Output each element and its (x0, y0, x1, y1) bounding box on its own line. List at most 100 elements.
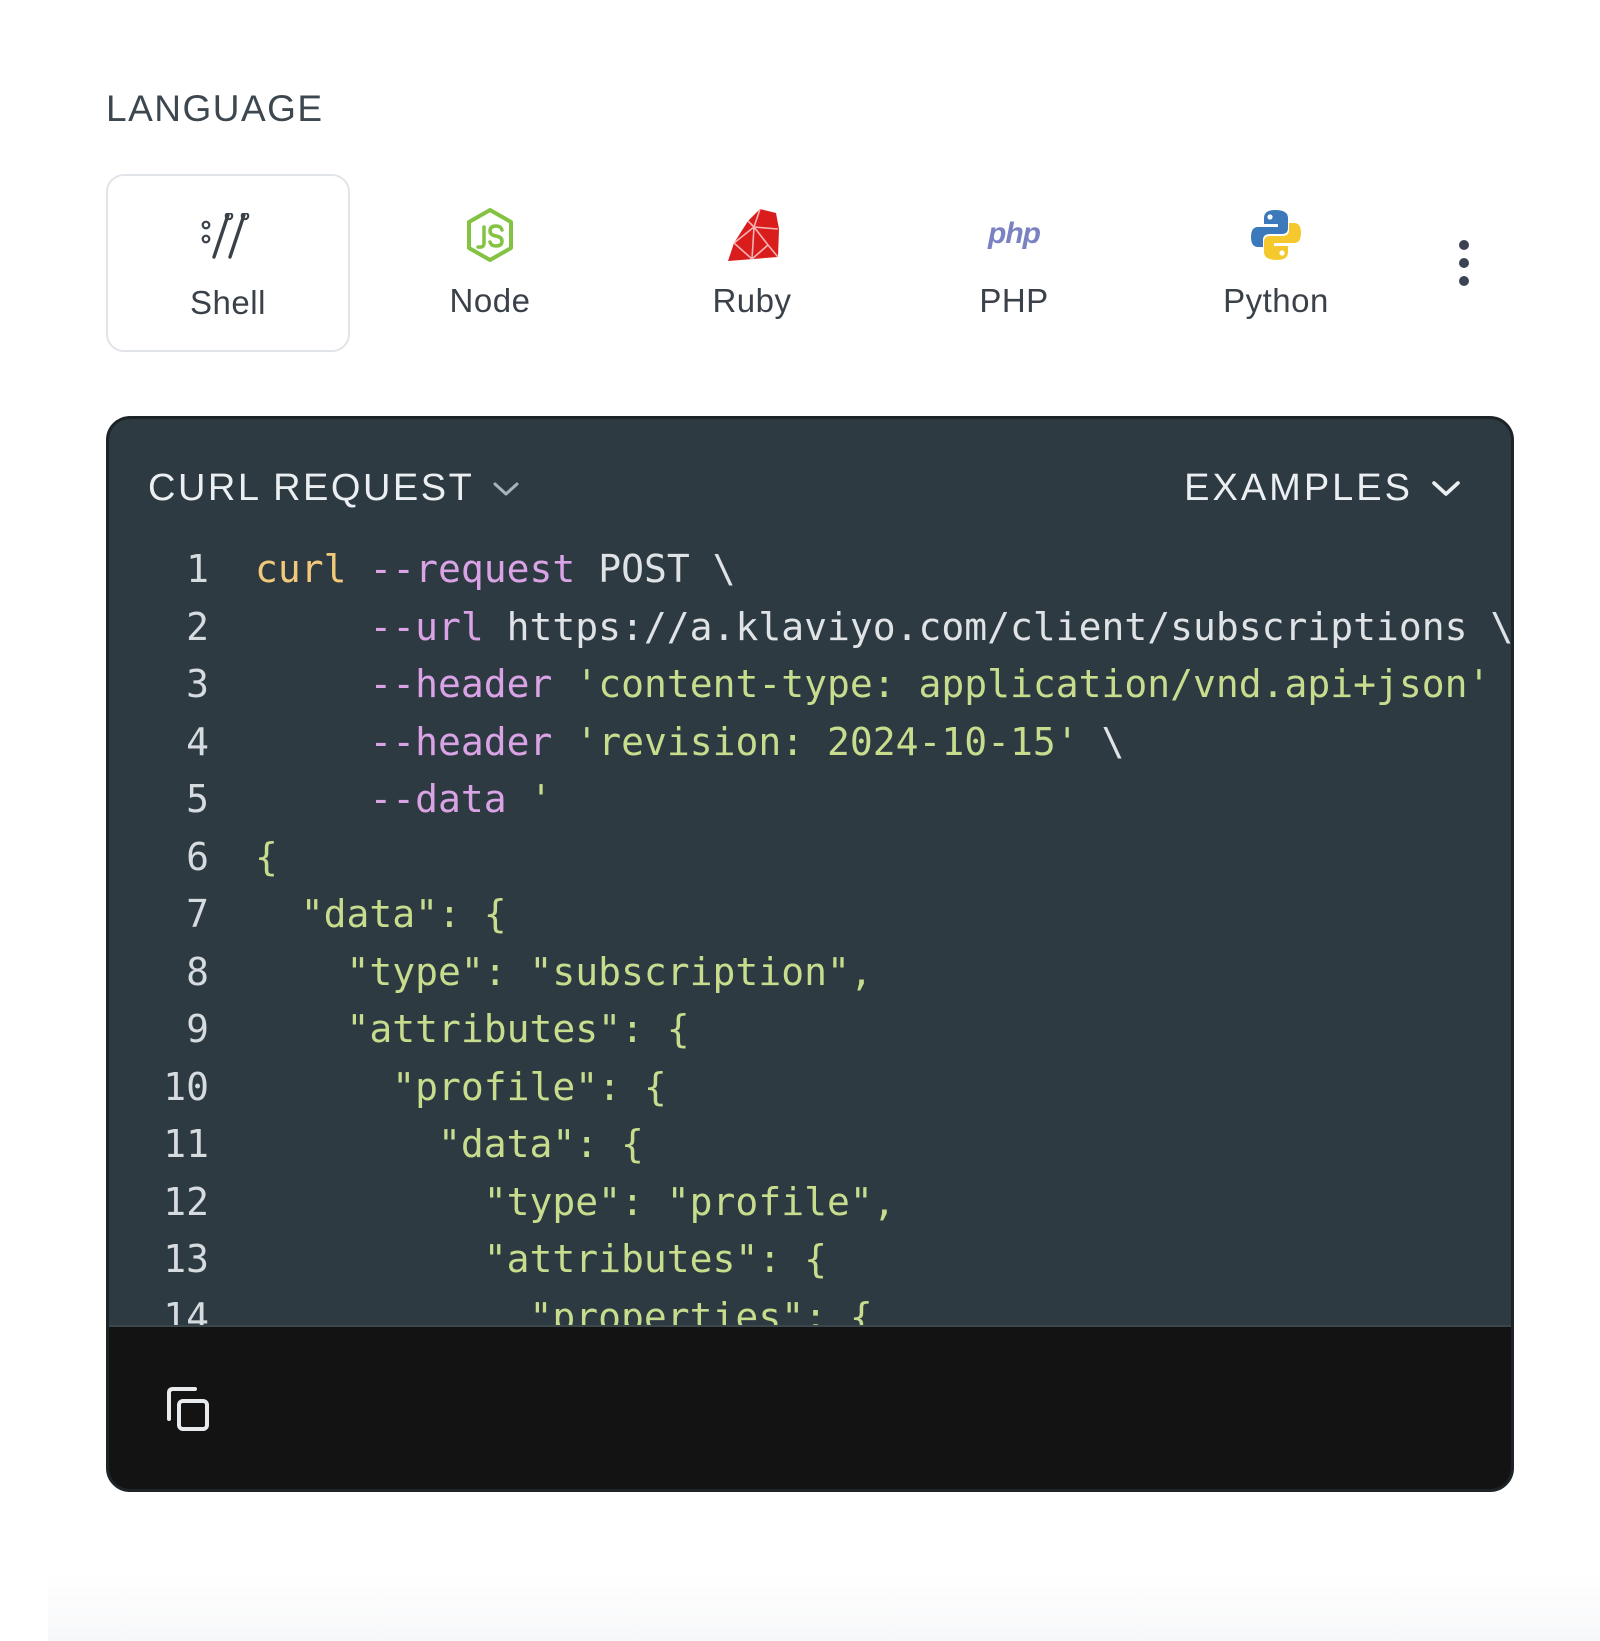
code-line: 6{ (109, 829, 1511, 887)
page-bottom-fade (48, 1571, 1600, 1641)
line-content: "data": { (255, 1116, 644, 1174)
copy-icon (167, 1387, 209, 1431)
line-content: "profile": { (255, 1059, 667, 1117)
code-token: --data (369, 777, 507, 821)
line-number: 11 (163, 1122, 209, 1166)
code-line: 9 "attributes": { (109, 1001, 1511, 1059)
code-token: "data": { (255, 1122, 644, 1166)
code-token: POST \ (575, 547, 736, 591)
line-content: --url https://a.klaviyo.com/client/subsc… (255, 599, 1511, 657)
line-content: "attributes": { (255, 1001, 690, 1059)
line-number: 8 (186, 949, 209, 994)
line-number: 10 (163, 1064, 209, 1109)
language-tab-node[interactable]: Node (368, 174, 612, 352)
code-token: \ (1490, 662, 1511, 706)
line-number: 12 (163, 1179, 209, 1224)
code-line: 1 curl --request POST \ (109, 541, 1511, 599)
code-token: --header (369, 662, 553, 706)
line-number: 4 (186, 719, 209, 764)
chevron-down-icon (1432, 480, 1460, 496)
line-content: "data": { (255, 886, 507, 944)
code-line: 3 --header 'content-type: application/vn… (109, 656, 1511, 714)
language-tab-python[interactable]: Python (1154, 174, 1398, 352)
code-token: "type": "profile", (255, 1179, 896, 1224)
language-tab-shell[interactable]: Shell (106, 174, 350, 352)
code-token: "attributes": { (255, 1007, 690, 1051)
request-type-label: CURL REQUEST (148, 467, 475, 509)
more-vertical-icon (1459, 240, 1469, 250)
line-number: 5 (186, 777, 209, 821)
line-content: "type": "profile", (255, 1174, 896, 1232)
line-content: curl --request POST \ (255, 541, 735, 599)
code-token: "attributes": { (255, 1237, 827, 1281)
request-type-dropdown[interactable]: CURL REQUEST (148, 467, 520, 510)
chevron-down-icon (493, 482, 519, 495)
line-number: 14 (163, 1294, 209, 1326)
language-tab-ruby[interactable]: Ruby (630, 174, 874, 352)
code-token: curl (255, 547, 347, 591)
nodejs-icon (464, 204, 516, 266)
examples-dropdown[interactable]: EXAMPLES (1184, 467, 1461, 510)
line-number: 3 (186, 662, 209, 706)
line-number: 13 (163, 1237, 209, 1281)
more-languages-button[interactable] (1444, 236, 1484, 290)
code-token: --header (369, 719, 553, 764)
line-content: --header 'content-type: application/vnd.… (255, 656, 1511, 714)
code-token: { (255, 834, 278, 879)
code-token: --request (369, 547, 576, 591)
code-line: 14 "properties": { (109, 1289, 1511, 1326)
code-token: "profile": { (255, 1064, 667, 1109)
code-line: 10 "profile": { (109, 1059, 1511, 1117)
ruby-icon (724, 204, 780, 266)
language-tab-label: Ruby (712, 282, 792, 319)
line-content: "type": "subscription", (255, 944, 873, 1002)
code-line: 13 "attributes": { (109, 1231, 1511, 1289)
language-tab-label: Node (449, 282, 531, 319)
language-section-label: LANGUAGE (106, 88, 324, 129)
code-block: 1 curl --request POST \ 2 --url https://a.… (109, 541, 1511, 1325)
line-content: --header 'revision: 2024-10-15' \ (255, 714, 1124, 772)
line-number: 6 (186, 834, 209, 879)
code-panel-footer (109, 1325, 1511, 1489)
php-logo-text: php (987, 217, 1041, 250)
language-tab-php[interactable]: php PHP (892, 174, 1136, 352)
code-token: \ (1078, 719, 1125, 764)
code-panel-header: CURL REQUEST EXAMPLES (109, 419, 1511, 541)
line-content: "properties": { (255, 1289, 873, 1326)
code-token: "type": "subscription", (255, 949, 873, 994)
code-line: 5 --data ' (109, 771, 1511, 829)
language-selector: Shell Node Ruby php PHP Python (106, 174, 1526, 352)
line-number: 9 (186, 1007, 209, 1051)
code-line: 12 "type": "profile", (109, 1174, 1511, 1232)
copy-code-button[interactable] (161, 1383, 215, 1437)
code-token: ' (529, 777, 553, 821)
line-number: 7 (186, 892, 209, 936)
code-line: 4 --header 'revision: 2024-10-15' \ (109, 714, 1511, 772)
php-icon: php (982, 204, 1046, 266)
code-line: 7 "data": { (109, 886, 1511, 944)
code-line: 8 "type": "subscription", (109, 944, 1511, 1002)
language-tab-label: PHP (979, 282, 1049, 319)
code-line: 11 "data": { (109, 1116, 1511, 1174)
code-token: https://a.klaviyo.com/client/subscriptio… (483, 604, 1511, 649)
shell-icon (198, 206, 258, 268)
code-token: 'revision: 2024-10-15' (575, 719, 1079, 764)
code-line: 2 --url https://a.klaviyo.com/client/sub… (109, 599, 1511, 657)
line-number: 1 (186, 547, 209, 591)
python-icon (1248, 204, 1304, 266)
code-token: "data": { (255, 892, 507, 936)
examples-label: EXAMPLES (1184, 467, 1413, 509)
line-content: { (255, 829, 278, 887)
language-tab-label: Shell (190, 284, 266, 321)
line-content: "attributes": { (255, 1231, 827, 1289)
language-tab-label: Python (1223, 282, 1329, 319)
code-token: 'content-type: application/vnd.api+json' (575, 662, 1491, 706)
